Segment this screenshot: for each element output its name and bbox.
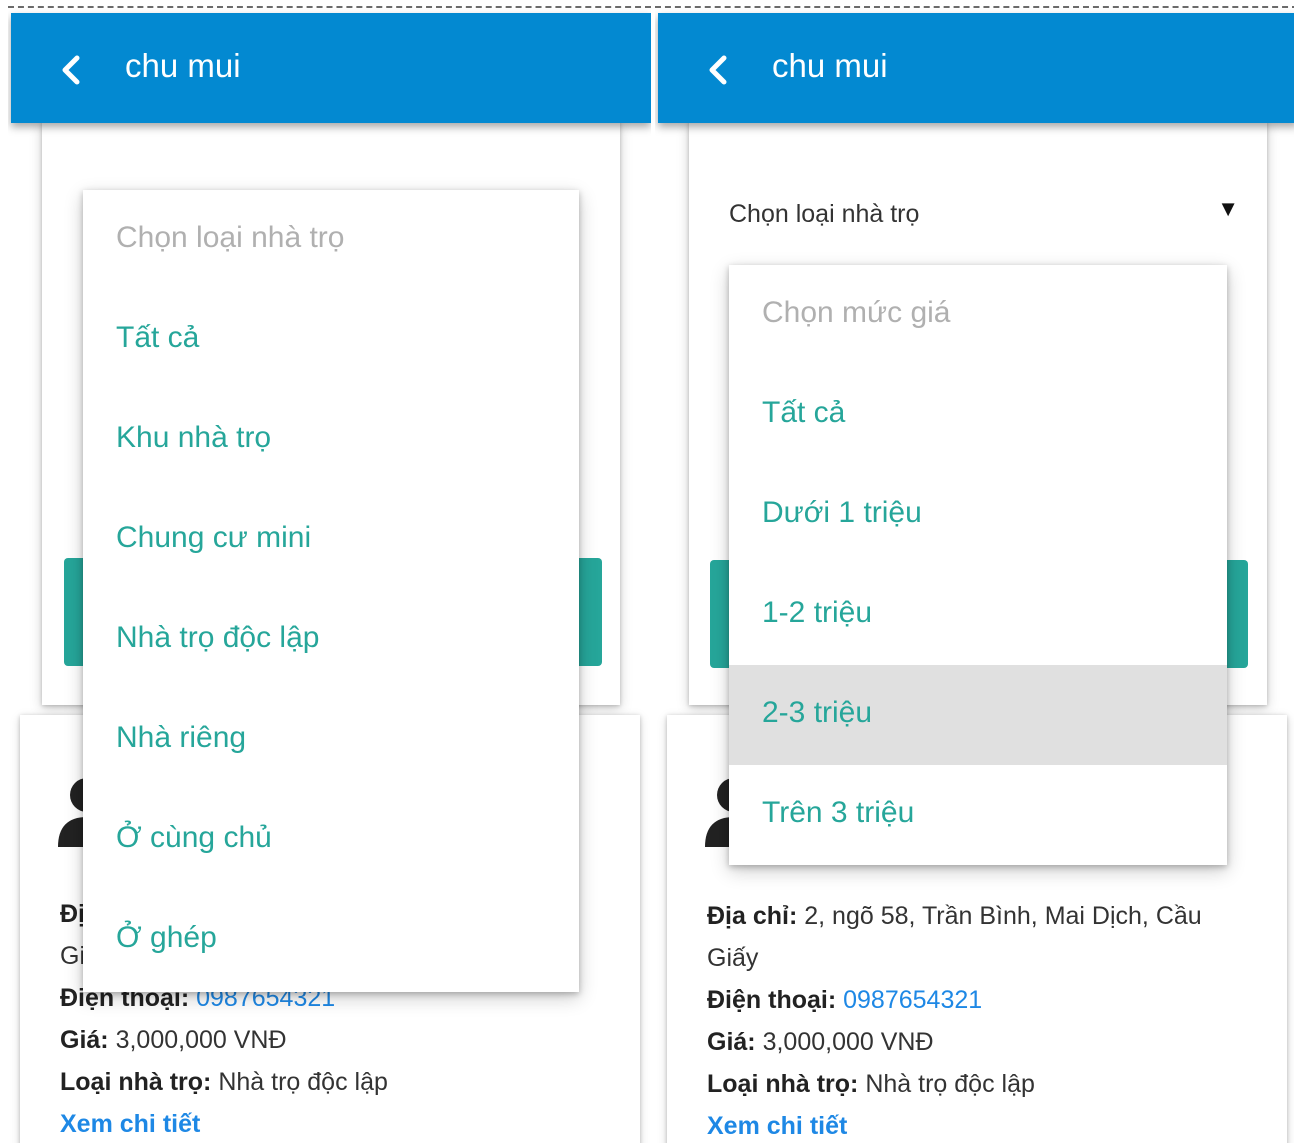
price-option[interactable]: Tất cả — [729, 365, 1227, 465]
type-option[interactable]: Nhà riêng — [83, 690, 579, 790]
price-row: Giá: 3,000,000 VNĐ — [60, 1019, 287, 1061]
type-option[interactable]: Chung cư mini — [83, 490, 579, 590]
app-title: chu mui — [772, 47, 888, 84]
view-detail-link[interactable]: Xem chi tiết — [60, 1103, 200, 1143]
phone-link[interactable]: 0987654321 — [843, 986, 982, 1014]
type-dropdown-menu: Chọn loại nhà trọ Tất cả Khu nhà trọ Chu… — [83, 190, 579, 992]
price-value: 3,000,000 VNĐ — [762, 1028, 934, 1056]
type-option[interactable]: Ở cùng chủ — [83, 790, 579, 890]
screenshot-divider — [655, 6, 1294, 8]
price-dropdown-menu: Chọn mức giá Tất cả Dưới 1 triệu 1-2 tri… — [729, 265, 1227, 865]
type-select-value: Chọn loại nhà trọ — [729, 200, 920, 228]
type-label: Loại nhà trọ: — [60, 1068, 212, 1096]
type-select[interactable]: Chọn loại nhà trọ ▼ — [729, 182, 1239, 242]
price-option-placeholder: Chọn mức giá — [762, 296, 951, 329]
price-option[interactable]: Dưới 1 triệu — [729, 465, 1227, 565]
type-option[interactable]: Nhà trọ độc lập — [83, 590, 579, 690]
type-row: Loại nhà trọ: Nhà trọ độc lập — [707, 1063, 1035, 1105]
type-row: Loại nhà trọ: Nhà trọ độc lập — [60, 1061, 388, 1103]
type-option[interactable]: Khu nhà trọ — [83, 390, 579, 490]
chevron-left-icon[interactable] — [706, 55, 730, 85]
type-option-placeholder: Chọn loại nhà trọ — [116, 221, 345, 254]
address-value: 2, ngõ 58, Trần Bình, Mai Dịch, Cầu — [804, 902, 1202, 930]
address-label: Địa chỉ: — [707, 902, 798, 930]
type-value: Nhà trọ độc lập — [218, 1068, 388, 1096]
type-value: Nhà trọ độc lập — [865, 1070, 1035, 1098]
caret-down-icon: ▼ — [1217, 196, 1239, 221]
view-detail-link[interactable]: Xem chi tiết — [707, 1105, 847, 1143]
type-option[interactable]: Ở ghép — [83, 890, 579, 990]
phone-label: Điện thoại: — [707, 986, 837, 1014]
chevron-left-icon[interactable] — [59, 55, 83, 85]
price-value: 3,000,000 VNĐ — [115, 1026, 287, 1054]
price-option[interactable]: 1-2 triệu — [729, 565, 1227, 665]
app-bar: chu mui — [658, 13, 1294, 123]
app-title: chu mui — [125, 47, 241, 84]
screenshot-divider — [8, 6, 651, 8]
type-option[interactable]: Tất cả — [83, 290, 579, 390]
screen-left: chu mui Địa chỉ: 2, ngõ 58, Trần Bình, M… — [8, 0, 651, 1143]
price-option-highlighted[interactable]: 2-3 triệu — [729, 665, 1227, 765]
app-bar: chu mui — [11, 13, 651, 123]
address-row: Địa chỉ: 2, ngõ 58, Trần Bình, Mai Dịch,… — [707, 895, 1202, 937]
type-label: Loại nhà trọ: — [707, 1070, 859, 1098]
price-label: Giá: — [707, 1028, 756, 1056]
price-option[interactable]: Trên 3 triệu — [729, 765, 1227, 865]
price-row: Giá: 3,000,000 VNĐ — [707, 1021, 934, 1063]
phone-row: Điện thoại: 0987654321 — [707, 979, 982, 1021]
screen-right: chu mui Chọn loại nhà trọ ▼ Địa chỉ: 2, … — [655, 0, 1294, 1143]
price-label: Giá: — [60, 1026, 109, 1054]
address-continuation: Giấy — [707, 944, 759, 972]
